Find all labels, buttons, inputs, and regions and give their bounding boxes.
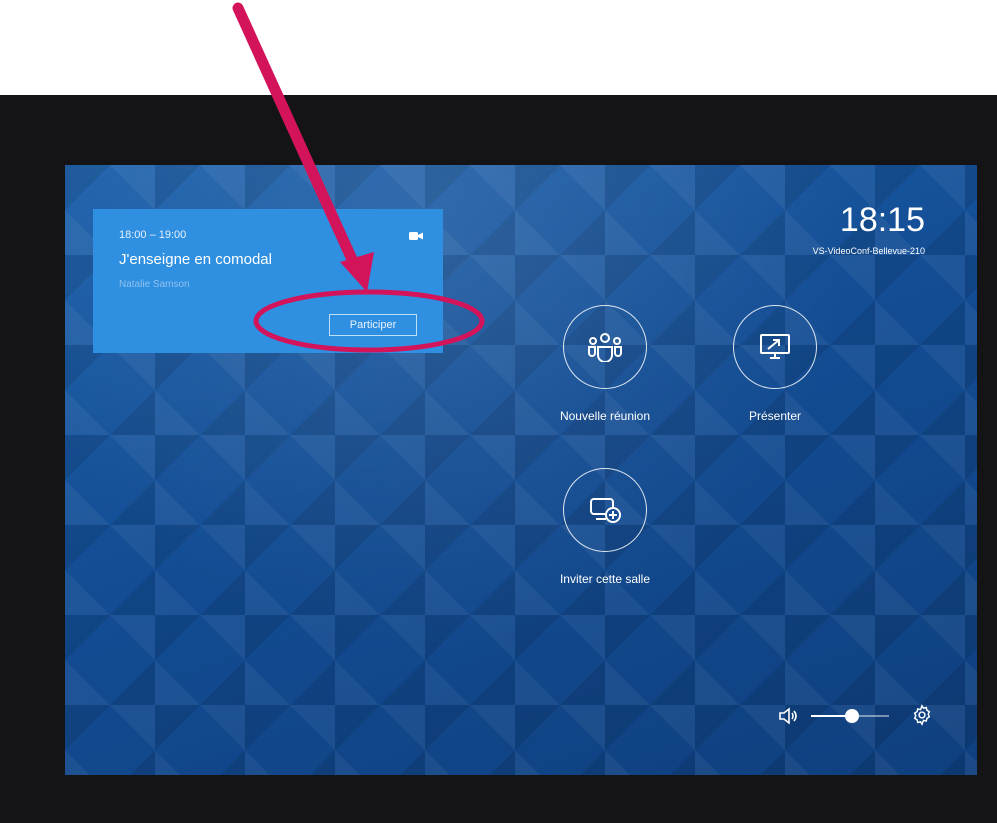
- present-circle[interactable]: [733, 305, 817, 389]
- present-label: Présenter: [748, 409, 802, 423]
- meeting-time: 18:00 – 19:00: [119, 229, 187, 241]
- invite-room-circle[interactable]: [563, 468, 647, 552]
- meeting-title: J'enseigne en comodal: [119, 251, 272, 268]
- present-button[interactable]: Présenter: [705, 305, 845, 423]
- invite-room-icon: [590, 498, 621, 523]
- teams-room-screen: 18:00 – 19:00 J'enseigne en comodal Nata…: [65, 165, 977, 775]
- room-name: VS-VideoConf-Bellevue-210: [812, 246, 925, 256]
- volume-control[interactable]: [777, 705, 897, 727]
- new-meeting-label: Nouvelle réunion: [559, 409, 651, 423]
- teams-group-icon: [588, 333, 622, 362]
- new-meeting-circle[interactable]: [563, 305, 647, 389]
- volume-slider-thumb[interactable]: [844, 709, 859, 723]
- join-meeting-button[interactable]: Participer: [329, 314, 417, 336]
- present-screen-icon: [760, 334, 790, 359]
- speaker-icon[interactable]: [777, 705, 799, 727]
- volume-slider-track[interactable]: [811, 709, 889, 723]
- gear-icon[interactable]: [911, 704, 933, 726]
- meeting-card[interactable]: 18:00 – 19:00 J'enseigne en comodal Nata…: [93, 209, 443, 353]
- clock: 18:15: [839, 201, 925, 239]
- video-camera-icon: [409, 232, 423, 240]
- new-meeting-button[interactable]: Nouvelle réunion: [535, 305, 675, 423]
- invite-room-button[interactable]: Inviter cette salle: [535, 468, 675, 586]
- meeting-organizer: Natalie Samson: [119, 279, 190, 290]
- invite-room-label: Inviter cette salle: [559, 572, 651, 586]
